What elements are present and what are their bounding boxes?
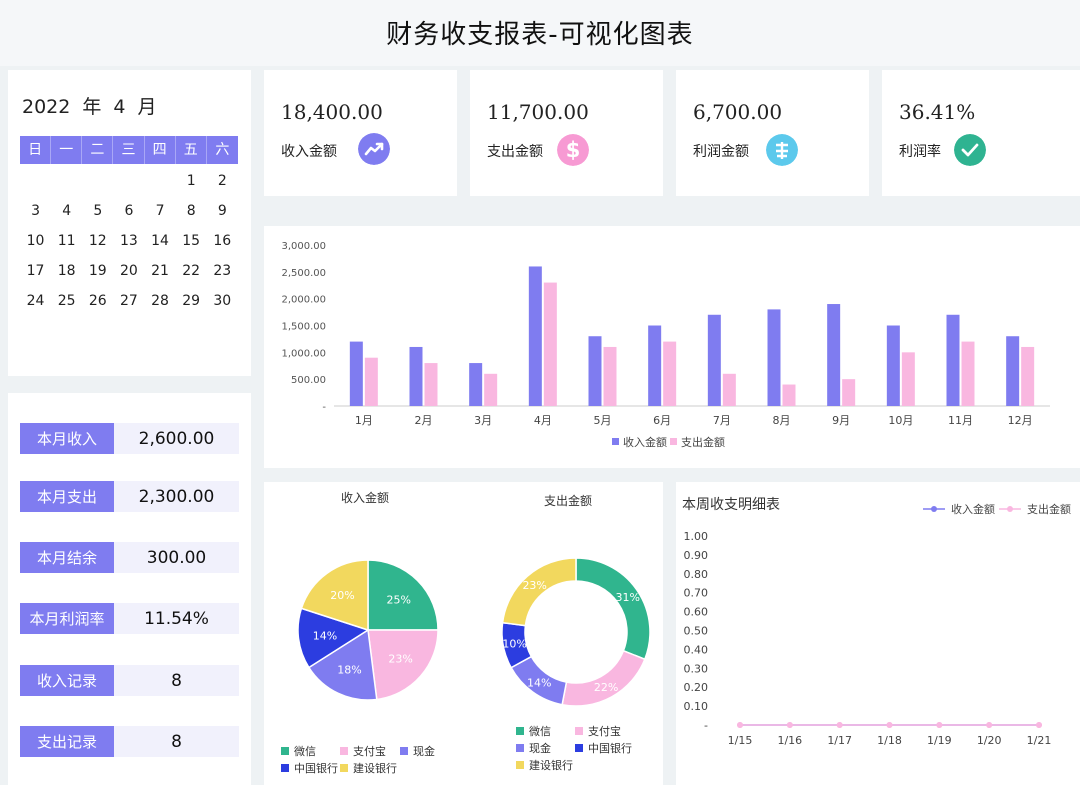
line-legend-label: 支出金额 bbox=[1027, 502, 1071, 516]
line-y-tick-label: 0.70 bbox=[684, 587, 709, 600]
line-point bbox=[986, 722, 993, 728]
line-y-tick-label: - bbox=[704, 719, 708, 732]
line-point bbox=[936, 722, 943, 728]
line-x-tick-label: 1/18 bbox=[877, 734, 902, 747]
line-legend-marker bbox=[1007, 506, 1013, 512]
line-x-tick-label: 1/21 bbox=[1027, 734, 1052, 747]
line-y-tick-label: 1.00 bbox=[684, 530, 709, 543]
line-y-tick-label: 0.50 bbox=[684, 625, 709, 638]
line-x-tick-label: 1/20 bbox=[977, 734, 1002, 747]
line-x-tick-label: 1/17 bbox=[827, 734, 852, 747]
line-y-tick-label: 0.40 bbox=[684, 643, 709, 656]
line-y-tick-label: 0.90 bbox=[684, 549, 709, 562]
line-y-tick-label: 0.10 bbox=[684, 700, 709, 713]
line-x-tick-label: 1/19 bbox=[927, 734, 952, 747]
line-point bbox=[737, 722, 743, 728]
line-chart: - 0.10 0.20 0.30 0.40 0.50 0.60 0.70 0.80 0.90 1.0… bbox=[684, 502, 1072, 747]
line-y-tick-label: 0.60 bbox=[684, 606, 709, 619]
line-point bbox=[1036, 722, 1042, 728]
line-point bbox=[886, 722, 893, 728]
line-y-tick-label: 0.80 bbox=[684, 568, 709, 581]
line-point bbox=[786, 722, 793, 728]
line-point bbox=[836, 722, 843, 728]
line-legend-label: 收入金额 bbox=[951, 502, 995, 516]
line-y-tick-label: 0.20 bbox=[684, 681, 709, 694]
line-x-tick-label: 1/16 bbox=[777, 734, 802, 747]
line-y-tick-label: 0.30 bbox=[684, 662, 709, 675]
line-x-tick-label: 1/15 bbox=[728, 734, 753, 747]
line-legend-marker bbox=[931, 506, 937, 512]
